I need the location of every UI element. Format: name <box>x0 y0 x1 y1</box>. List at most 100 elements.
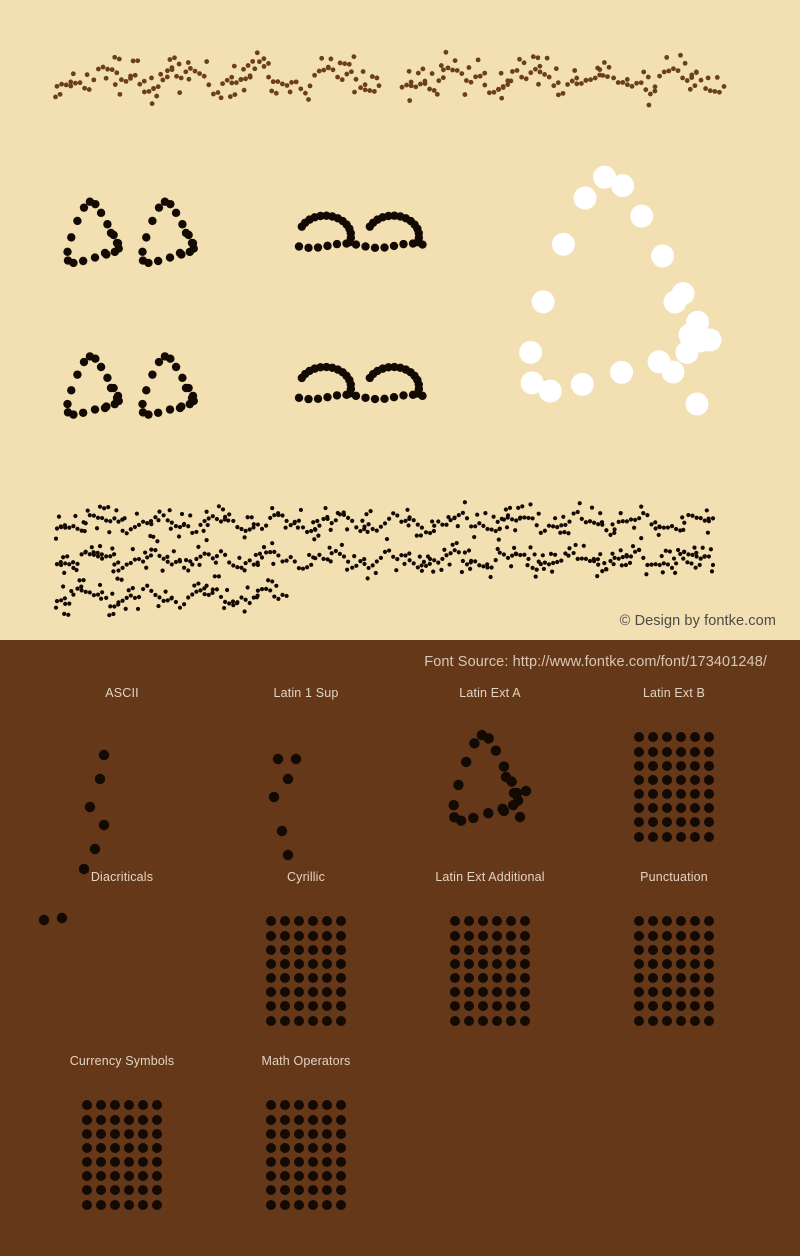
glyph-dot <box>661 525 666 530</box>
unicode-block-latin-1-sup[interactable]: Latin 1 Sup <box>214 684 398 868</box>
glyph-dot <box>243 561 248 566</box>
glyph-dot <box>322 1157 333 1168</box>
glyph-dot <box>175 403 185 413</box>
glyph-dot <box>265 930 276 941</box>
glyph-dot <box>166 354 175 363</box>
glyph-dot <box>592 520 597 525</box>
glyph-dot <box>624 519 630 524</box>
unicode-block-punctuation[interactable]: Punctuation <box>582 868 766 1052</box>
glyph-dot <box>597 67 603 73</box>
glyph-dot <box>148 216 157 226</box>
glyph-dot <box>370 526 375 532</box>
unicode-block-diacriticals[interactable]: Diacriticals <box>30 868 214 1052</box>
glyph-dot <box>518 552 523 558</box>
glyph-dot <box>279 930 290 941</box>
glyph-dot <box>647 916 658 927</box>
glyph-dot <box>95 1171 106 1182</box>
glyph-dot <box>551 524 556 529</box>
glyph-dot <box>423 530 429 535</box>
glyph-dot <box>124 1171 135 1182</box>
glyph-dot <box>81 1199 92 1210</box>
glyph-dot <box>265 987 276 998</box>
glyph-dot <box>243 597 248 602</box>
font-source-link[interactable]: Font Source: http://www.fontke.com/font/… <box>424 654 767 670</box>
glyph-dot <box>690 987 701 998</box>
glyph-dot <box>477 1001 488 1012</box>
glyph-dot <box>697 562 702 568</box>
glyph-dot <box>417 554 422 559</box>
glyph-dot <box>279 1157 290 1168</box>
glyph-dot <box>452 515 457 520</box>
glyph-dot <box>520 987 531 998</box>
glyph-dot <box>404 82 409 88</box>
glyph-dot <box>123 606 128 611</box>
unicode-block-currency-symbols[interactable]: Currency Symbols <box>30 1052 214 1236</box>
glyph-dot <box>378 555 383 560</box>
glyph-dot <box>293 1001 304 1012</box>
glyph-dot <box>438 63 444 68</box>
glyph-dot <box>202 592 207 597</box>
glyph-dot <box>332 391 342 400</box>
glyph-dot <box>482 70 488 76</box>
glyph-dot <box>681 556 686 561</box>
unicode-block-latin-ext-additional[interactable]: Latin Ext Additional <box>398 868 582 1052</box>
glyph-dot <box>304 394 313 404</box>
glyph-dot <box>325 516 330 522</box>
glyph-dot <box>583 556 589 561</box>
glyph-dot <box>194 529 199 535</box>
glyph-dot <box>495 519 500 524</box>
unicode-block-latin-ext-b[interactable]: Latin Ext B <box>582 684 766 868</box>
glyph-dot <box>220 507 226 512</box>
glyph-dot <box>54 562 60 567</box>
glyph-dot <box>53 94 58 100</box>
glyph-dot <box>646 102 652 108</box>
glyph-dot <box>676 831 687 842</box>
glyph-dot <box>181 228 191 238</box>
glyph-dot <box>300 525 306 530</box>
glyph-dot <box>247 600 252 606</box>
glyph-dot <box>53 605 59 610</box>
unicode-block-math-operators[interactable]: Math Operators <box>214 1052 398 1236</box>
block-art-latin-ext-a <box>398 702 582 868</box>
glyph-dot <box>682 549 687 554</box>
unicode-block-cyrillic[interactable]: Cyrillic <box>214 868 398 1052</box>
glyph-dot <box>268 550 273 555</box>
glyph-dot <box>232 92 238 98</box>
unicode-block-ascii[interactable]: ASCII <box>30 684 214 875</box>
glyph-dot <box>704 831 715 842</box>
glyph-dot <box>653 562 658 567</box>
glyph-dot <box>110 546 115 551</box>
glyph-dot <box>293 987 304 998</box>
glyph-dot <box>280 559 285 564</box>
glyph-dot <box>633 732 644 743</box>
glyph-dot <box>322 973 333 984</box>
glyph-dot <box>308 1142 319 1153</box>
glyph-dot <box>581 543 586 548</box>
glyph-dot <box>63 561 68 566</box>
glyph-dot <box>361 242 370 251</box>
glyph-dot <box>661 760 672 771</box>
glyph-dot <box>477 916 488 927</box>
glyph-dot <box>317 552 322 557</box>
glyph-dot <box>442 547 447 552</box>
glyph-dot <box>492 958 503 969</box>
glyph-dot <box>216 504 221 509</box>
glyph-dot <box>717 89 722 95</box>
glyph-dot <box>432 558 437 563</box>
glyph-dot <box>292 559 297 564</box>
glyph-dot <box>676 1015 687 1026</box>
glyph-dot <box>183 69 189 75</box>
glyph-dot <box>238 76 244 82</box>
glyph-dot <box>245 63 251 68</box>
glyph-dot <box>120 528 125 533</box>
glyph-dot <box>477 930 488 941</box>
glyph-dot <box>178 220 187 229</box>
unicode-block-latin-ext-a[interactable]: Latin Ext A <box>398 684 582 868</box>
glyph-dot <box>661 1015 672 1026</box>
glyph-dot <box>138 256 148 265</box>
glyph-dot <box>618 511 623 516</box>
glyph-dot <box>598 552 603 557</box>
glyph-dot <box>130 546 135 552</box>
glyph-dot <box>336 1171 347 1182</box>
glyph-dot <box>329 521 334 526</box>
